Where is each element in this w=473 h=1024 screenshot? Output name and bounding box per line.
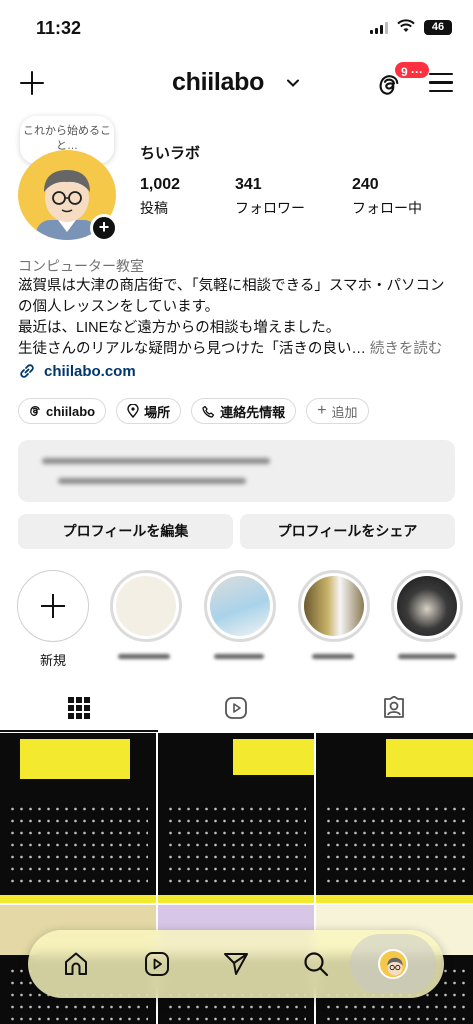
chip-label: 連絡先情報 [220, 404, 286, 420]
stat-value: 1,002 [140, 176, 181, 193]
add-story-button[interactable]: + [90, 214, 118, 242]
chip-label: 追加 [331, 404, 358, 420]
search-icon[interactable] [302, 950, 330, 978]
post-image-region [8, 803, 148, 883]
stat-following[interactable]: 240 フォロー中 [352, 176, 422, 218]
profile-top-nav: chiilabo 9 ··· [0, 60, 473, 108]
notification-badge[interactable]: 9 ··· [393, 60, 432, 80]
post-thumbnail[interactable] [158, 733, 314, 903]
tab-grid-icon[interactable] [67, 696, 91, 720]
post-image-region [166, 803, 306, 883]
hamburger-menu-icon[interactable] [429, 73, 453, 95]
bio-line: 滋賀県は大津の商店街で、「気軽に相談できる」スマホ・パソコン [18, 278, 445, 294]
plus-icon: + [317, 402, 327, 419]
avatar [378, 949, 408, 979]
share-profile-button[interactable]: プロフィールをシェア [240, 514, 455, 549]
post-image-region [386, 739, 473, 777]
stat-value: 240 [352, 176, 379, 193]
account-username[interactable]: chiilabo [172, 68, 264, 97]
blurred-text [42, 458, 270, 464]
tab-reels-icon[interactable] [224, 696, 248, 720]
blurred-text [58, 478, 246, 484]
location-pin-icon [127, 404, 139, 418]
battery-icon: 46 [424, 20, 452, 35]
profile-tab-button[interactable] [350, 934, 436, 994]
chevron-down-icon[interactable] [286, 76, 300, 90]
bio-line: の個人レッスンをしています。 [18, 299, 220, 315]
blurred-text [312, 654, 354, 659]
bottom-nav-bar [28, 930, 444, 998]
chip-add[interactable]: + 追加 [306, 398, 369, 424]
profile-website-link[interactable]: chiilabo.com [18, 362, 136, 380]
send-icon[interactable] [222, 950, 250, 978]
post-thumbnail[interactable] [316, 733, 473, 903]
post-image-region [0, 895, 156, 903]
avatar-illustration [381, 952, 406, 977]
chip-label: 場所 [144, 404, 171, 420]
blurred-text [118, 654, 170, 659]
post-image-region [316, 895, 473, 903]
story-highlight[interactable] [110, 570, 182, 642]
link-icon [20, 364, 34, 378]
post-image-region [158, 895, 314, 903]
profile-category: コンピューター教室 [18, 258, 144, 274]
home-icon[interactable] [62, 950, 90, 978]
chip-contact[interactable]: 連絡先情報 [191, 398, 297, 424]
story-highlight[interactable] [391, 570, 463, 642]
link-text[interactable]: chiilabo.com [44, 363, 136, 380]
profile-bio: 滋賀県は大津の商店街で、「気軽に相談できる」スマホ・パソコン の個人レッスンをし… [18, 276, 458, 360]
reels-icon[interactable] [143, 950, 171, 978]
create-plus-icon[interactable] [18, 69, 46, 97]
bio-line: 生徒さんのリアルな疑問から見つけた「活きの良い… 続きを読む [18, 341, 443, 357]
wifi-icon [397, 19, 415, 32]
new-highlight-label: 新規 [40, 653, 67, 668]
post-image-region [233, 739, 314, 775]
tab-tagged-icon[interactable] [382, 696, 406, 720]
stat-posts[interactable]: 1,002 投稿 [140, 176, 180, 218]
blurred-text [214, 654, 264, 659]
phone-icon [202, 405, 215, 418]
profile-content-tabs [0, 688, 473, 732]
chip-location[interactable]: 場所 [116, 398, 182, 424]
professional-dashboard[interactable] [18, 440, 455, 502]
stat-label: フォロー中 [352, 200, 422, 216]
signal-icon [370, 22, 388, 34]
active-tab-indicator [0, 730, 158, 732]
status-time: 11:32 [36, 18, 82, 38]
display-name: ちいラボ [140, 145, 201, 162]
story-highlight[interactable] [298, 570, 370, 642]
profile-chips: chiilabo 場所 連絡先情報 + 追加 [18, 398, 369, 424]
post-image-region [324, 803, 465, 883]
stat-label: フォロワー [235, 200, 305, 216]
post-thumbnail[interactable] [0, 733, 156, 903]
stat-label: 投稿 [140, 200, 168, 216]
new-highlight-button[interactable] [17, 570, 89, 642]
blurred-text [398, 654, 456, 659]
stat-followers[interactable]: 341 フォロワー [235, 176, 305, 218]
post-image-region [20, 739, 130, 779]
story-highlight[interactable] [204, 570, 276, 642]
stat-value: 341 [235, 176, 262, 193]
edit-profile-button[interactable]: プロフィールを編集 [18, 514, 233, 549]
chip-label: chiilabo [46, 403, 96, 419]
read-more-link[interactable]: 続きを読む [370, 341, 443, 357]
chip-threads[interactable]: chiilabo [18, 398, 107, 424]
threads-icon [30, 405, 40, 416]
status-bar: 11:32 46 [0, 0, 473, 56]
plus-icon [41, 594, 65, 618]
bio-line: 最近は、LINEなど遠方からの相談も増えました。 [18, 320, 341, 336]
